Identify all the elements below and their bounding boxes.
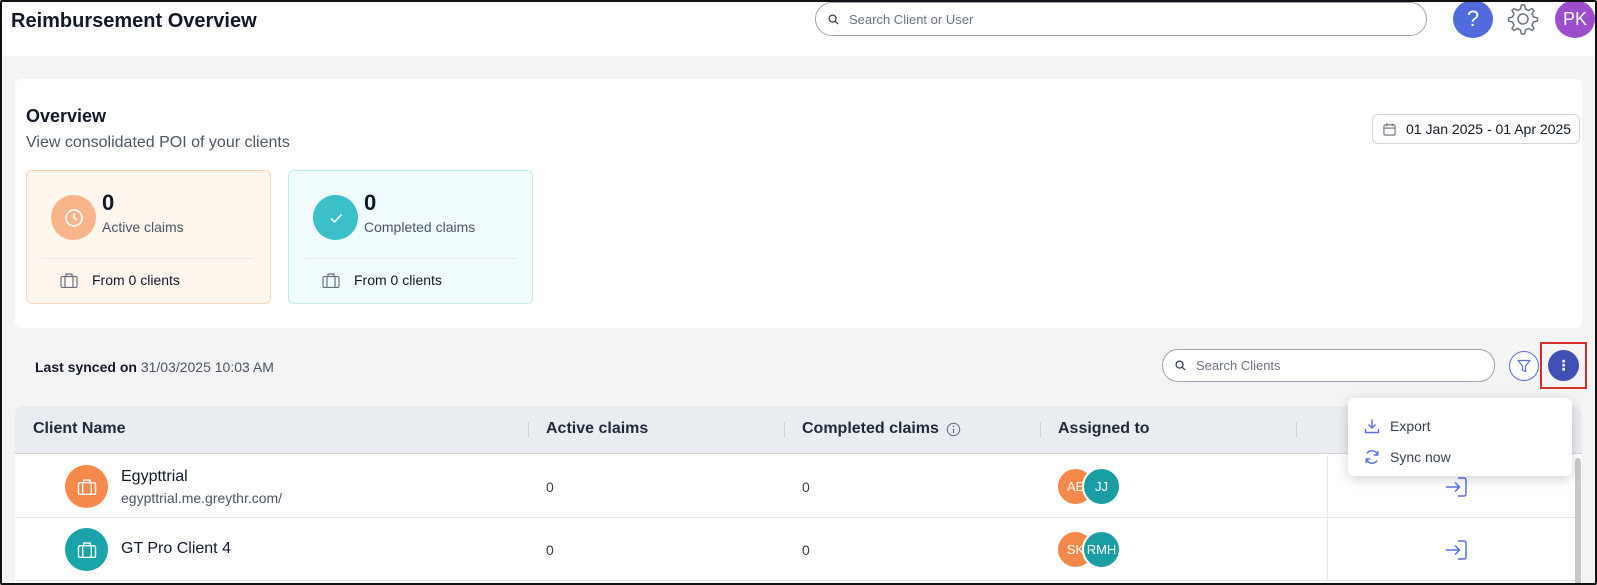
completed-claims-cell: 0 [802, 479, 810, 495]
column-separator [1040, 422, 1041, 438]
more-options-button[interactable]: ⋮ [1548, 350, 1579, 381]
settings-button[interactable] [1503, 0, 1543, 38]
date-range-picker[interactable]: 01 Jan 2025 - 01 Apr 2025 [1372, 114, 1580, 144]
global-search[interactable] [815, 2, 1427, 36]
column-divider [1327, 518, 1328, 580]
assignee-avatar[interactable]: JJ [1082, 467, 1121, 506]
completed-claims-cell: 0 [802, 542, 810, 558]
page-title: Reimbursement Overview [11, 10, 257, 32]
divider [43, 258, 254, 259]
completed-claims-count: 0 [364, 190, 377, 215]
client-domain: egypttrial.me.greythr.com/ [121, 490, 283, 506]
column-header-completed-claims-label: Completed claims [802, 420, 939, 437]
client-briefcase-icon [65, 465, 108, 508]
check-icon [313, 195, 358, 240]
gear-icon [1507, 4, 1539, 35]
completed-claims-label: Completed claims [364, 219, 476, 235]
client-search-input[interactable] [1196, 358, 1476, 373]
active-claims-label: Active claims [102, 219, 184, 235]
last-synced-label: Last synced on [35, 359, 137, 375]
active-claims-footer-text: From 0 clients [92, 272, 180, 288]
open-client-icon[interactable] [1443, 538, 1469, 562]
column-header-client-name[interactable]: Client Name [33, 420, 125, 438]
column-separator [784, 422, 785, 438]
download-icon [1364, 419, 1380, 434]
table-scrollbar[interactable] [1575, 458, 1581, 585]
clock-icon [51, 195, 96, 240]
column-header-active-claims[interactable]: Active claims [546, 420, 648, 438]
column-separator [528, 422, 529, 438]
active-claims-count: 0 [102, 190, 115, 215]
user-avatar[interactable]: PK [1555, 0, 1595, 38]
divider [305, 258, 516, 259]
help-button[interactable]: ? [1453, 0, 1493, 38]
menu-item-export-label: Export [1390, 418, 1431, 434]
briefcase-icon [322, 272, 340, 288]
active-claims-cell: 0 [546, 479, 554, 495]
search-icon [828, 13, 839, 25]
calendar-icon [1383, 122, 1396, 136]
menu-item-sync-now-label: Sync now [1390, 449, 1451, 465]
menu-item-export[interactable]: Export [1364, 411, 1430, 441]
assignee-avatar[interactable]: RMH [1082, 530, 1121, 569]
table-row[interactable]: GT Pro Client 4 0 0 SK RMH [15, 518, 1582, 581]
client-name[interactable]: Egypttrial [121, 468, 188, 486]
sync-icon [1365, 450, 1379, 464]
top-header: Reimbursement Overview ? PK [0, 0, 1597, 56]
table-header: Client Name Active claims Completed clai… [15, 406, 1582, 454]
overview-title: Overview [26, 106, 107, 126]
completed-claims-footer: From 0 clients [322, 272, 442, 288]
table-row[interactable]: Egypttrial egypttrial.me.greythr.com/ 0 … [15, 455, 1582, 518]
global-search-input[interactable] [849, 11, 1409, 27]
open-client-icon[interactable] [1443, 475, 1469, 499]
menu-item-sync-now[interactable]: Sync now [1364, 442, 1451, 472]
more-options-highlight: ⋮ [1540, 342, 1587, 389]
column-header-assigned-to[interactable]: Assigned to [1058, 420, 1150, 438]
overview-subtitle: View consolidated POI of your clients [26, 134, 290, 151]
completed-claims-footer-text: From 0 clients [354, 272, 442, 288]
filter-icon [1517, 359, 1531, 373]
column-separator [1296, 422, 1297, 438]
active-claims-cell: 0 [546, 542, 554, 558]
clients-table: Client Name Active claims Completed clai… [15, 406, 1582, 585]
briefcase-icon [60, 272, 78, 288]
more-options-menu: Export Sync now [1348, 398, 1572, 476]
active-claims-card: 0 Active claims From 0 clients [26, 170, 271, 304]
client-briefcase-icon [65, 528, 108, 571]
main-content: Overview View consolidated POI of your c… [0, 56, 1597, 585]
date-range-label: 01 Jan 2025 - 01 Apr 2025 [1406, 121, 1572, 137]
column-header-completed-claims[interactable]: Completed claims [802, 420, 961, 438]
search-icon [1175, 360, 1186, 371]
active-claims-footer: From 0 clients [60, 272, 180, 288]
client-search[interactable] [1162, 349, 1495, 382]
filter-button[interactable] [1509, 351, 1539, 381]
completed-claims-card: 0 Completed claims From 0 clients [288, 170, 533, 304]
last-synced-value: 31/03/2025 10:03 AM [140, 359, 274, 375]
column-divider [1327, 455, 1328, 517]
last-synced: Last synced on 31/03/2025 10:03 AM [35, 359, 274, 375]
overview-card: Overview View consolidated POI of your c… [15, 79, 1582, 328]
info-icon[interactable] [946, 422, 961, 437]
client-name[interactable]: GT Pro Client 4 [121, 540, 231, 558]
